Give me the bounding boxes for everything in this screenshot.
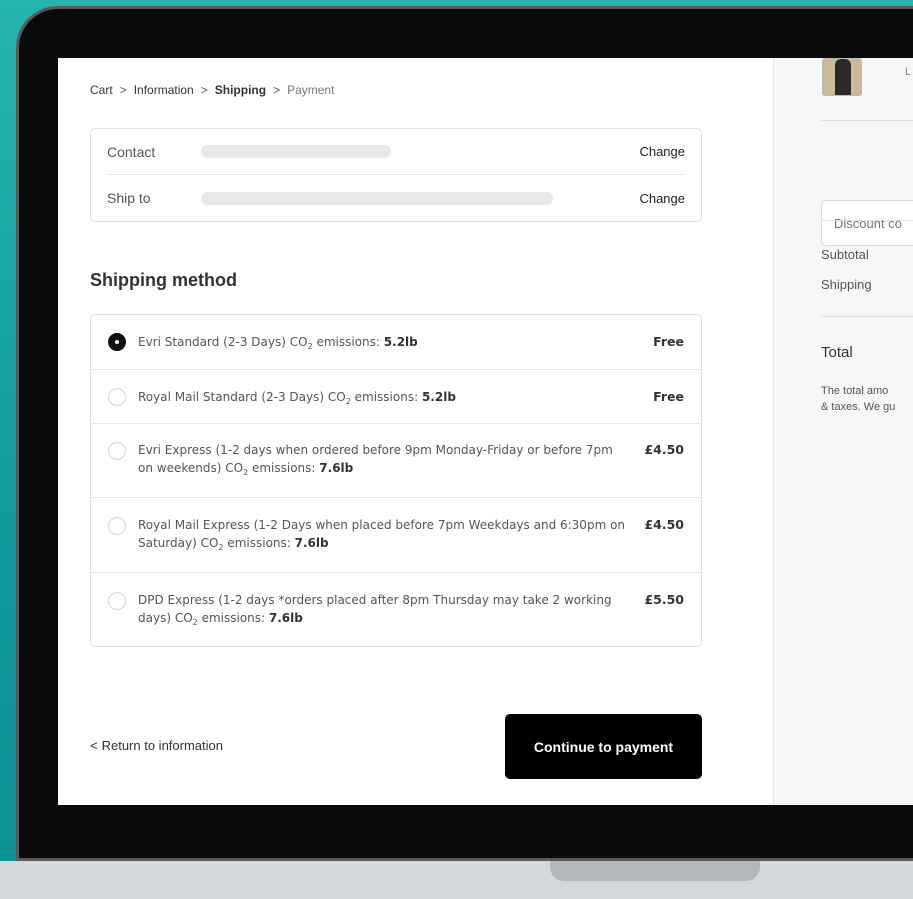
co2-suffix: emissions: [223, 536, 295, 550]
method-description: Royal Mail Express (1-2 Days when placed… [138, 516, 628, 557]
divider [821, 220, 913, 221]
radio-unselected[interactable] [108, 517, 126, 535]
discount-code-input[interactable] [821, 200, 913, 246]
co2-suffix: emissions: [350, 390, 422, 404]
shipping-method-title: Shipping method [90, 270, 237, 290]
co2-suffix: emissions: [248, 461, 320, 475]
breadcrumb: Cart > Information > Shipping > Payment [90, 83, 334, 97]
method-price: £4.50 [644, 442, 684, 457]
continue-to-payment-button[interactable]: Continue to payment [505, 714, 702, 779]
review-summary: Contact Change Ship to Change [90, 128, 702, 222]
divider [821, 316, 913, 317]
product-figure [835, 59, 851, 95]
method-description: Evri Standard (2-3 Days) CO2 emissions: … [138, 333, 628, 356]
co2-suffix: emissions: [312, 335, 384, 349]
breadcrumb-separator: > [200, 83, 208, 97]
co2-label: CO2 emissions: [225, 461, 320, 477]
breadcrumb-shipping: Shipping [214, 83, 267, 97]
shipping-option-evri-standard[interactable]: Evri Standard (2-3 Days) CO2 emissions: … [91, 315, 701, 370]
product-name: L [905, 66, 912, 78]
shipping-option-royal-mail-express[interactable]: Royal Mail Express (1-2 Days when placed… [91, 498, 701, 573]
total-note: The total amo & taxes. We gu [821, 383, 895, 415]
subtotal-label: Subtotal [821, 247, 869, 262]
co2-prefix: CO [174, 611, 193, 625]
shipping-option-dpd-express[interactable]: DPD Express (1-2 days *orders placed aft… [91, 573, 701, 646]
order-summary-panel: L Subtotal Shipping Total The total amo … [773, 58, 913, 805]
contact-value-placeholder [201, 145, 391, 158]
breadcrumb-information[interactable]: Information [134, 83, 194, 97]
co2-value: 7.6lb [294, 536, 329, 550]
co2-prefix: CO [225, 461, 244, 475]
method-description: DPD Express (1-2 days *orders placed aft… [138, 591, 628, 632]
co2-prefix: CO [289, 335, 308, 349]
method-name: Evri Express (1-2 days when ordered befo… [138, 443, 613, 475]
ship-to-value-placeholder [201, 191, 553, 205]
method-price: £5.50 [644, 592, 684, 607]
co2-value: 5.2lb [383, 335, 418, 349]
method-price: £4.50 [644, 517, 684, 532]
co2-suffix: emissions: [197, 611, 269, 625]
co2-label: CO2 emissions: [289, 335, 384, 351]
ship-to-change-link[interactable]: Change [639, 191, 685, 206]
checkout-main: Cart > Information > Shipping > Payment … [90, 58, 702, 805]
radio-unselected[interactable] [108, 442, 126, 460]
co2-value: 7.6lb [268, 611, 303, 625]
laptop-base [0, 861, 913, 899]
product-thumbnail [822, 58, 862, 96]
co2-label: CO2 emissions: [327, 390, 422, 406]
total-label: Total [821, 344, 853, 361]
method-price: Free [653, 334, 684, 349]
radio-selected[interactable] [108, 333, 126, 351]
divider [821, 120, 913, 121]
contact-label: Contact [107, 143, 156, 160]
radio-unselected[interactable] [108, 388, 126, 406]
method-name: Royal Mail Standard (2-3 Days) [138, 390, 325, 404]
laptop-notch [550, 861, 760, 881]
shipping-label: Shipping [821, 277, 872, 292]
contact-row: Contact Change [107, 129, 685, 175]
co2-value: 5.2lb [421, 390, 456, 404]
shipping-option-royal-mail-standard[interactable]: Royal Mail Standard (2-3 Days) CO2 emiss… [91, 370, 701, 424]
total-note-line: & taxes. We gu [821, 401, 896, 413]
co2-prefix: CO [200, 536, 219, 550]
contact-change-link[interactable]: Change [639, 144, 685, 159]
breadcrumb-cart[interactable]: Cart [90, 83, 113, 97]
breadcrumb-separator: > [273, 83, 281, 97]
return-to-information-link[interactable]: < Return to information [90, 738, 223, 753]
method-description: Evri Express (1-2 days when ordered befo… [138, 441, 628, 482]
breadcrumb-separator: > [119, 83, 127, 97]
breadcrumb-payment: Payment [287, 83, 335, 97]
co2-value: 7.6lb [319, 461, 354, 475]
method-name: Evri Standard (2-3 Days) [138, 335, 286, 349]
checkout-screen: Cart > Information > Shipping > Payment … [58, 58, 913, 805]
radio-unselected[interactable] [108, 592, 126, 610]
method-description: Royal Mail Standard (2-3 Days) CO2 emiss… [138, 388, 628, 411]
co2-label: CO2 emissions: [174, 611, 269, 627]
return-label: Return to information [101, 738, 223, 753]
shipping-option-evri-express[interactable]: Evri Express (1-2 days when ordered befo… [91, 424, 701, 498]
method-price: Free [653, 389, 684, 404]
shipping-methods-list: Evri Standard (2-3 Days) CO2 emissions: … [90, 314, 702, 647]
ship-to-label: Ship to [107, 190, 151, 206]
co2-prefix: CO [327, 390, 346, 404]
total-note-line: The total amo [821, 385, 889, 397]
ship-to-row: Ship to Change [107, 175, 685, 221]
chevron-left-icon: < [90, 738, 98, 753]
co2-label: CO2 emissions: [200, 536, 295, 552]
